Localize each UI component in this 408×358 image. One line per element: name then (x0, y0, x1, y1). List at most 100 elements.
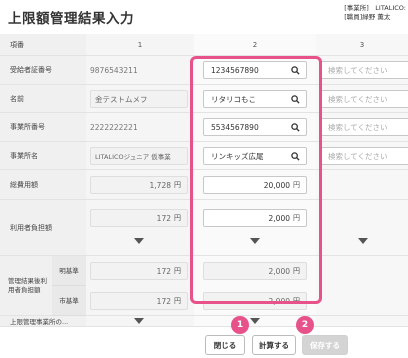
chevron-down-icon[interactable] (250, 238, 260, 244)
recipient-number-input[interactable]: 1234567890 (203, 61, 307, 79)
step-badge-1: 1 (231, 316, 249, 334)
value: 172 (156, 213, 171, 223)
user-burden-row: 利用者負担額 172 円 2,000 円 (0, 200, 408, 256)
chevron-down-icon[interactable] (250, 318, 260, 324)
field-value: 5534567890 (211, 122, 259, 132)
col2-cell: 1234567890 (194, 56, 316, 84)
col2-cell: リタリコもこ (194, 85, 316, 112)
search-icon[interactable] (291, 123, 300, 132)
value: 2,000 (268, 213, 290, 223)
column-header-label: 項番 (0, 34, 86, 55)
office-number-input-3[interactable]: 検索してください (320, 118, 408, 136)
chevron-down-icon[interactable] (358, 238, 368, 244)
row-label: 事業所番号 (0, 113, 86, 141)
yen-unit: 円 (174, 297, 181, 305)
col1-cell: LITALICOジュニア 仮事業 (86, 142, 194, 169)
row-label: 名前 (0, 85, 86, 112)
sub-label-1: 明基準 (52, 256, 86, 286)
col1-managed-a: 172 円 (90, 262, 188, 280)
office-name-row: 事業所名 LITALICOジュニア 仮事業 リンキッズ広尾 検索してください (0, 142, 408, 170)
total-cost-row: 総費用額 1,728 円 20,000 円 (0, 170, 408, 200)
col3-cell (316, 170, 408, 199)
name-input-3[interactable]: 検索してください (320, 90, 408, 108)
office-number-input[interactable]: 5534567890 (203, 118, 307, 136)
managed-burden-row: 管理結果後利用者負担額 明基準 市基準 172 円 172 円 2,000 円 2,0… (0, 256, 408, 316)
value: 172 (156, 266, 171, 276)
col1-user-burden: 172 円 (90, 209, 188, 227)
col3-cell: 検索してください (316, 142, 408, 169)
col2-cell: 20,000 円 (194, 170, 316, 199)
col1-value: LITALICOジュニア 仮事業 (90, 147, 188, 165)
yen-unit: 円 (174, 214, 181, 222)
entry-grid: 項番 1 2 3 受給者証番号 9876543211 1234567890 検索… (0, 34, 408, 326)
col2-cell: 5534567890 (194, 113, 316, 141)
col3-cell: 検索してください (316, 56, 408, 84)
col3-cell: 検索してください (316, 113, 408, 141)
row-label: 管理結果後利用者負担額 (0, 256, 52, 315)
office-name-input-3[interactable]: 検索してください (320, 147, 408, 165)
col1-value: 9876543211 (90, 65, 138, 75)
recipient-number-input-3[interactable]: 検索してください (320, 61, 408, 79)
search-icon[interactable] (291, 152, 300, 161)
row-label: 受給者証番号 (0, 56, 86, 84)
col2-cell: 2,000 円 (194, 200, 316, 255)
col1-cell: 1,728 円 (86, 170, 194, 199)
col1-managed-b: 172 円 (90, 292, 188, 310)
value: 20,000 (263, 180, 290, 190)
value: 172 (156, 296, 171, 306)
name-input[interactable]: リタリコもこ (203, 90, 307, 108)
col1-cell: 2222222221 (86, 113, 194, 141)
col2-cell: リンキッズ広尾 (194, 142, 316, 169)
chevron-down-icon[interactable] (134, 238, 144, 244)
save-button[interactable]: 保存する (302, 335, 348, 355)
chevron-down-icon[interactable] (134, 318, 144, 324)
col2-managed-a: 2,000 円 (203, 262, 307, 280)
user-info: [事業所] LITALICO: [職員]緑野 薫太 (344, 4, 406, 22)
col3-cell (316, 256, 408, 315)
field-value: リタリコもこ (211, 94, 256, 104)
col1-cell: 172 円 172 円 (86, 256, 194, 315)
search-icon[interactable] (291, 95, 300, 104)
column-header-1: 1 (86, 34, 194, 55)
row-label: 利用者負担額 (0, 200, 86, 255)
value: 1,728 (149, 180, 171, 190)
calculate-button[interactable]: 計算する (252, 335, 296, 355)
col3-cell (316, 200, 408, 255)
yen-unit: 円 (293, 297, 300, 305)
step-badge-2: 2 (296, 316, 314, 334)
col1-total-cost: 1,728 円 (90, 176, 188, 194)
partial-row: 上限管理事業所の... (0, 316, 408, 326)
yen-unit: 円 (293, 267, 300, 275)
recipient-number-row: 受給者証番号 9876543211 1234567890 検索してください (0, 56, 408, 85)
search-icon[interactable] (291, 66, 300, 75)
office-info: [事業所] LITALICO: (344, 4, 406, 12)
field-value: リンキッズ広尾 (211, 151, 264, 161)
header: 上限額管理結果入力 [事業所] LITALICO: [職員]緑野 薫太 (0, 0, 408, 34)
row-label: 上限管理事業所の... (0, 316, 86, 326)
total-cost-input[interactable]: 20,000 円 (203, 176, 307, 194)
value: 2,000 (268, 296, 290, 306)
col2-cell: 2,000 円 2,000 円 (194, 256, 316, 315)
yen-unit: 円 (174, 181, 181, 189)
col1-cell: 9876543211 (86, 56, 194, 84)
close-button[interactable]: 閉じる (205, 335, 245, 355)
column-header-3: 3 (316, 34, 408, 55)
column-header-row: 項番 1 2 3 (0, 34, 408, 56)
office-number-row: 事業所番号 2222222221 5534567890 検索してください (0, 113, 408, 142)
col1-value: 2222222221 (90, 122, 138, 132)
col1-cell (86, 316, 194, 326)
row-label: 総費用額 (0, 170, 86, 199)
user-burden-input[interactable]: 2,000 円 (203, 209, 307, 227)
name-row: 名前 金テストムメフ リタリコもこ 検索してください (0, 85, 408, 113)
staff-info: [職員]緑野 薫太 (344, 13, 391, 21)
field-value: 1234567890 (211, 65, 259, 75)
page-title: 上限額管理結果入力 (8, 11, 134, 27)
column-header-2: 2 (194, 34, 316, 55)
limit-management-entry-page: 上限額管理結果入力 [事業所] LITALICO: [職員]緑野 薫太 項番 1… (0, 0, 408, 358)
col1-cell: 172 円 (86, 200, 194, 255)
col1-value: 金テストムメフ (90, 90, 188, 108)
yen-unit: 円 (174, 267, 181, 275)
footer-actions: 閉じる 計算する 保存する (0, 326, 408, 358)
office-name-input[interactable]: リンキッズ広尾 (203, 147, 307, 165)
col1-cell: 金テストムメフ (86, 85, 194, 112)
